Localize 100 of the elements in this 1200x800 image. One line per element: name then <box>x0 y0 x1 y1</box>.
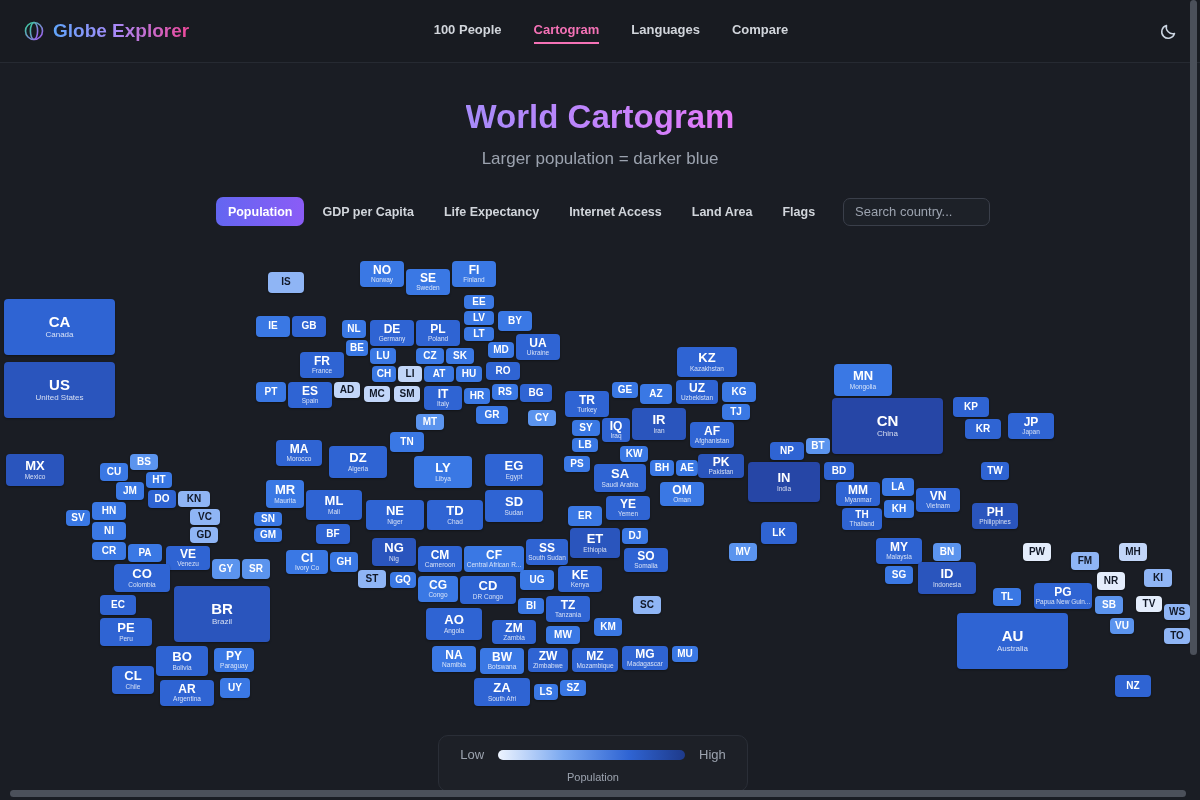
country-tile[interactable]: NI <box>92 522 126 540</box>
metric-tab[interactable]: Flags <box>770 197 828 226</box>
country-tile[interactable]: BR Brazil <box>174 586 270 642</box>
country-tile[interactable]: DO <box>148 490 176 508</box>
country-tile[interactable]: GQ <box>390 572 416 588</box>
country-tile[interactable]: KR <box>965 419 1001 439</box>
country-tile[interactable]: GE <box>612 382 638 398</box>
country-tile[interactable]: VC <box>190 509 220 525</box>
country-tile[interactable]: BE <box>346 340 368 356</box>
country-tile[interactable]: GH <box>330 552 358 572</box>
country-tile[interactable]: PT <box>256 382 286 402</box>
country-tile[interactable]: SV <box>66 510 90 526</box>
country-tile[interactable]: BY <box>498 311 532 331</box>
country-tile[interactable]: VU <box>1110 618 1134 634</box>
country-tile[interactable]: RO <box>486 362 520 380</box>
country-tile[interactable]: CN China <box>832 398 943 454</box>
metric-tab[interactable]: Land Area <box>679 197 765 226</box>
country-tile[interactable]: TL <box>993 588 1021 606</box>
horizontal-scrollbar[interactable] <box>10 790 1186 797</box>
country-tile[interactable]: FM <box>1071 552 1099 570</box>
country-tile[interactable]: SC <box>633 596 661 614</box>
country-tile[interactable]: SB <box>1095 596 1123 614</box>
country-tile[interactable]: NR <box>1097 572 1125 590</box>
country-tile[interactable]: HT <box>146 472 172 488</box>
country-tile[interactable]: BN <box>933 543 961 561</box>
country-tile[interactable]: PS <box>564 456 590 472</box>
country-tile[interactable]: GB <box>292 316 326 337</box>
country-tile[interactable]: TV <box>1136 596 1162 612</box>
country-tile[interactable]: MD <box>488 342 514 358</box>
country-tile[interactable]: CR <box>92 542 126 560</box>
nav-link[interactable]: Cartogram <box>533 18 600 44</box>
country-tile[interactable]: BG <box>520 384 552 402</box>
country-tile[interactable]: UY <box>220 678 250 698</box>
country-tile[interactable]: GD <box>190 527 218 543</box>
country-tile[interactable]: LA <box>882 478 914 496</box>
country-tile[interactable]: PW <box>1023 543 1051 561</box>
country-tile[interactable]: ST <box>358 570 386 588</box>
country-tile[interactable]: KM <box>594 618 622 636</box>
metric-tab[interactable]: Population <box>215 197 305 226</box>
country-tile[interactable]: SR <box>242 559 270 579</box>
country-tile[interactable]: AT <box>424 366 454 382</box>
country-tile[interactable]: MV <box>729 543 757 561</box>
country-tile[interactable]: HN <box>92 502 126 520</box>
moon-icon[interactable] <box>1160 22 1178 40</box>
country-tile[interactable]: MW <box>546 626 580 644</box>
country-tile[interactable]: JM <box>116 482 144 500</box>
country-tile[interactable]: LS <box>534 684 558 700</box>
country-tile[interactable]: DJ <box>622 528 648 544</box>
country-tile[interactable]: TJ <box>722 404 750 420</box>
nav-link[interactable]: Languages <box>631 18 700 44</box>
country-tile[interactable]: KH <box>884 500 914 518</box>
country-tile[interactable]: LB <box>572 438 598 452</box>
country-tile[interactable]: GM <box>254 528 282 542</box>
country-tile[interactable]: HU <box>456 366 482 382</box>
country-tile[interactable]: GY <box>212 559 240 579</box>
country-tile[interactable]: MT <box>416 414 444 430</box>
nav-link[interactable]: 100 People <box>433 18 502 44</box>
country-tile[interactable]: IS <box>268 272 304 293</box>
country-tile[interactable]: IE <box>256 316 290 337</box>
country-tile[interactable]: GR <box>476 406 508 424</box>
country-tile[interactable]: KW <box>620 446 648 462</box>
country-tile[interactable]: NP <box>770 442 804 460</box>
country-tile[interactable]: CU <box>100 463 128 481</box>
country-tile[interactable]: NZ <box>1115 675 1151 697</box>
country-tile[interactable]: SZ <box>560 680 586 696</box>
country-tile[interactable]: TO <box>1164 628 1190 644</box>
country-tile[interactable]: LU <box>370 348 396 364</box>
country-tile[interactable]: KI <box>1144 569 1172 587</box>
country-tile[interactable]: EE <box>464 295 494 309</box>
country-tile[interactable]: SM <box>394 386 420 402</box>
country-tile[interactable]: RS <box>492 384 518 400</box>
country-tile[interactable]: SY <box>572 420 600 436</box>
country-tile[interactable]: CY <box>528 410 556 426</box>
country-tile[interactable]: TN <box>390 432 424 452</box>
country-tile[interactable]: NL <box>342 320 366 338</box>
country-tile[interactable]: US United States <box>4 362 115 418</box>
country-tile[interactable]: HR <box>464 388 490 404</box>
country-tile[interactable]: KG <box>722 382 756 402</box>
country-tile[interactable]: SG <box>885 566 913 584</box>
country-tile[interactable]: MC <box>364 386 390 402</box>
country-tile[interactable]: LI <box>398 366 422 382</box>
country-tile[interactable]: MH <box>1119 543 1147 561</box>
country-tile[interactable]: PA <box>128 544 162 562</box>
country-tile[interactable]: AD <box>334 382 360 398</box>
country-tile[interactable]: AZ <box>640 384 672 404</box>
country-tile[interactable]: AU Australia <box>957 613 1068 669</box>
country-tile[interactable]: WS <box>1164 604 1190 620</box>
country-tile[interactable]: EC <box>100 595 136 615</box>
country-tile[interactable]: BS <box>130 454 158 470</box>
vertical-scrollbar[interactable] <box>1190 0 1197 655</box>
nav-link[interactable]: Compare <box>731 18 789 44</box>
country-tile[interactable]: CH <box>372 366 396 382</box>
country-tile[interactable]: CA Canada <box>4 299 115 355</box>
country-tile[interactable]: BH <box>650 460 674 476</box>
country-tile[interactable]: MU <box>672 646 698 662</box>
country-tile[interactable]: BI <box>518 598 544 614</box>
country-tile[interactable]: BT <box>806 438 830 454</box>
country-tile[interactable]: BF <box>316 524 350 544</box>
country-tile[interactable]: BD <box>824 462 854 480</box>
metric-tab[interactable]: Life Expectancy <box>431 197 552 226</box>
